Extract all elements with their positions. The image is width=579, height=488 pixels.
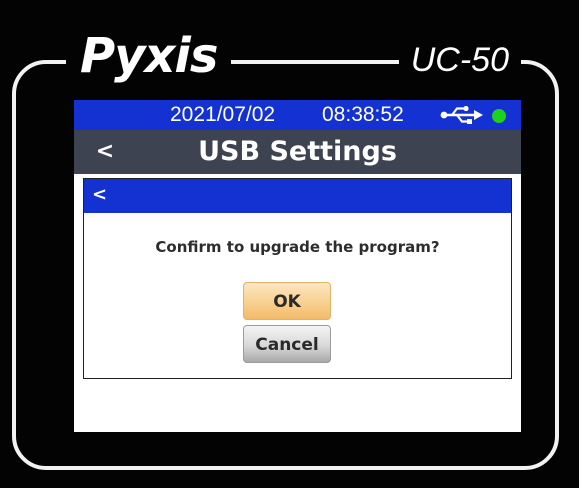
ok-button[interactable]: OK [243,282,331,320]
title-bar: < USB Settings [74,130,521,174]
page-title: USB Settings [198,136,397,167]
model-label: UC-50 [398,38,521,82]
device-bezel: Pyxis UC-50 2021/07/02 08:38:52 < USB Se… [0,0,579,488]
dialog-message: Confirm to upgrade the program? [155,238,440,256]
dialog-header: < [84,179,511,213]
usb-icon [440,105,483,124]
confirm-dialog: < Confirm to upgrade the program? OK Can… [83,178,512,379]
brand-logo: Pyxis [66,26,232,86]
cancel-button[interactable]: Cancel [243,325,331,363]
dialog-back-button[interactable]: < [92,181,116,209]
status-date: 2021/07/02 [170,103,276,126]
lcd-screen: 2021/07/02 08:38:52 < USB Settings < Con… [74,100,521,432]
status-time: 08:38:52 [322,103,404,126]
connection-status-dot [492,109,506,123]
status-bar: 2021/07/02 08:38:52 [74,100,521,130]
